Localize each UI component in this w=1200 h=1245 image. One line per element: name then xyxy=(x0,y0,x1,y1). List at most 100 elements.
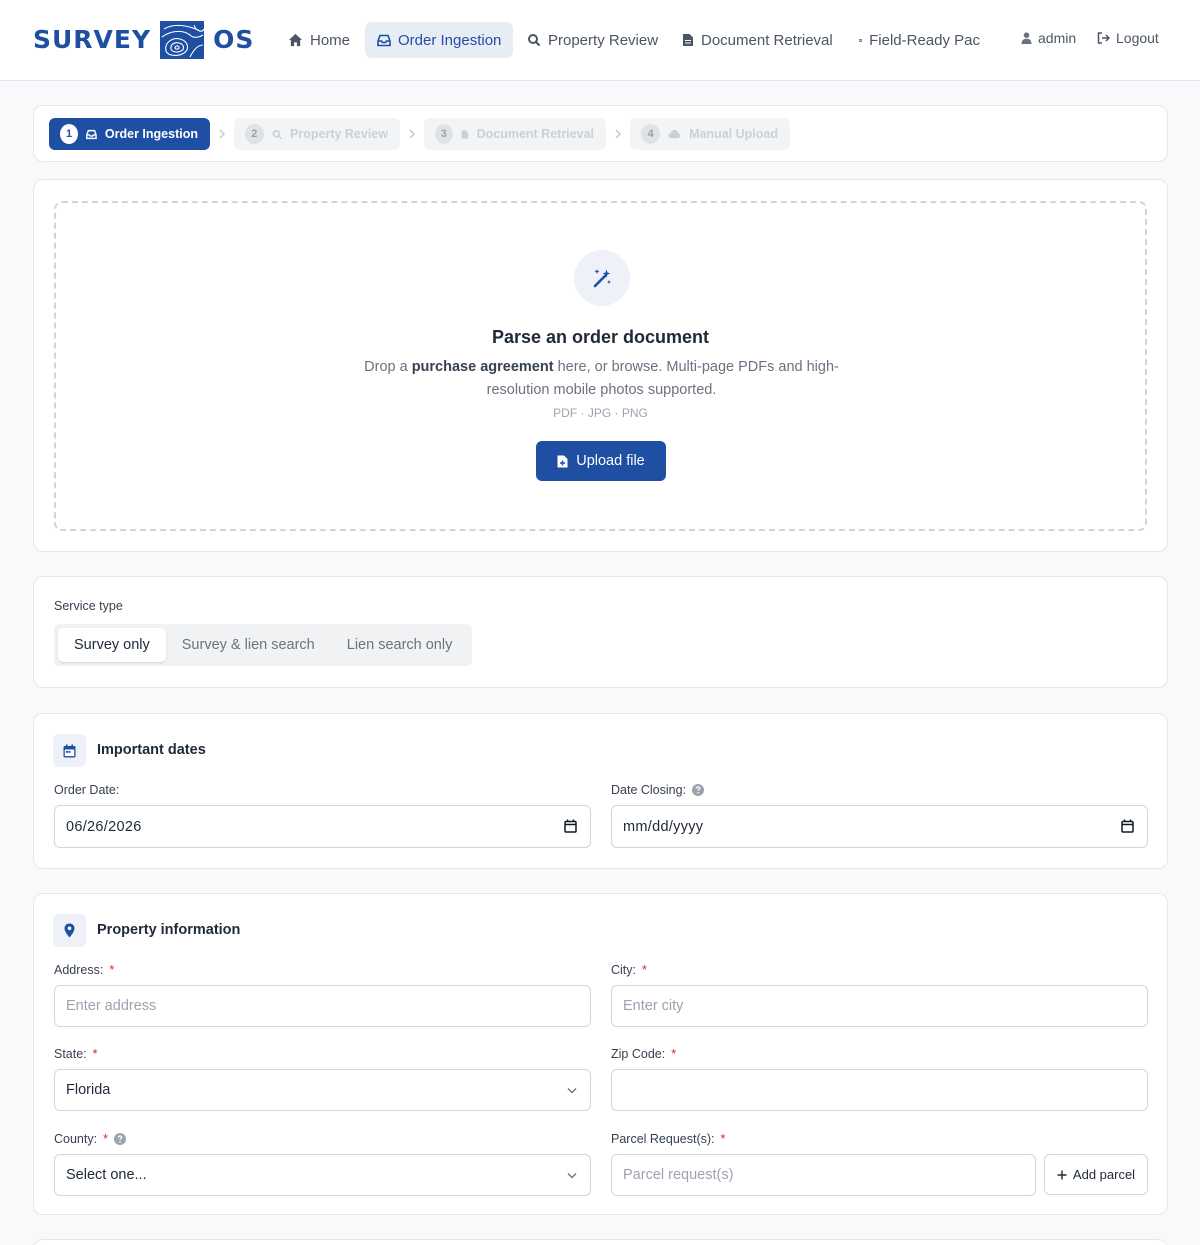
service-option-survey-lien[interactable]: Survey & lien search xyxy=(166,628,331,662)
search-icon xyxy=(528,34,541,47)
nav-home[interactable]: Home xyxy=(276,22,362,58)
add-parcel-label: Add parcel xyxy=(1072,1167,1136,1182)
step-property-review[interactable]: 2 Property Review xyxy=(234,118,400,150)
document-icon xyxy=(683,34,693,46)
plus-icon xyxy=(1057,1170,1067,1179)
archive-icon xyxy=(859,38,862,42)
required-marker: * xyxy=(103,1132,108,1146)
section-title: Important dates xyxy=(97,742,206,758)
city-label-text: City: xyxy=(611,963,636,977)
parcel-request-label-text: Parcel Request(s): xyxy=(611,1132,715,1146)
step-manual-upload[interactable]: 4 Manual Upload xyxy=(630,118,790,150)
topo-map-logo-icon xyxy=(160,21,205,59)
document-icon xyxy=(461,130,468,138)
state-label-text: State: xyxy=(54,1047,87,1061)
help-icon[interactable] xyxy=(692,784,705,796)
zip-code-label: Zip Code: * xyxy=(611,1047,676,1061)
step-order-ingestion[interactable]: 1 Order Ingestion xyxy=(49,118,210,150)
home-icon xyxy=(288,33,303,47)
chevron-right-icon xyxy=(219,129,226,139)
calendar-icon xyxy=(564,819,577,833)
top-navigation-bar: SURVEY OS Home Order Ingestion Property … xyxy=(0,0,1200,81)
upload-desc-prefix: Drop a xyxy=(364,359,408,375)
step-document-retrieval[interactable]: 3 Document Retrieval xyxy=(424,118,606,150)
supported-file-types: PDF · JPG · PNG xyxy=(553,406,648,420)
nav-order-ingestion[interactable]: Order Ingestion xyxy=(365,22,514,58)
nav-label: Field-Ready Pac xyxy=(869,31,980,49)
service-type-card: Service type Survey only Survey & lien s… xyxy=(33,576,1168,688)
nav-document-retrieval[interactable]: Document Retrieval xyxy=(670,22,845,58)
parcel-request-input[interactable]: Parcel request(s) xyxy=(611,1154,1036,1196)
brand-logo[interactable]: SURVEY OS xyxy=(33,21,254,59)
file-plus-icon xyxy=(557,455,568,467)
user-menu[interactable]: admin xyxy=(1021,30,1076,46)
logout-icon xyxy=(1097,32,1110,44)
state-select[interactable]: Florida xyxy=(54,1069,591,1111)
service-type-selector: Survey only Survey & lien search Lien se… xyxy=(54,624,473,666)
order-date-input[interactable]: 06/26/2026 xyxy=(54,805,591,848)
step-number: 3 xyxy=(435,124,453,144)
step-label: Document Retrieval xyxy=(476,127,594,141)
upload-button-label: Upload file xyxy=(576,453,645,469)
order-date-value: 06/26/2026 xyxy=(66,818,142,835)
chevron-right-icon xyxy=(409,129,416,139)
parcel-request-label: Parcel Request(s): * xyxy=(611,1132,725,1146)
required-marker: * xyxy=(720,1132,726,1146)
logout-link[interactable]: Logout xyxy=(1097,30,1159,46)
help-icon[interactable] xyxy=(113,1133,126,1145)
user-icon xyxy=(1021,32,1032,44)
important-dates-card: Important dates Order Date: 06/26/2026 D… xyxy=(33,713,1168,869)
nav-label: Order Ingestion xyxy=(398,31,502,49)
address-placeholder: Enter address xyxy=(66,998,157,1014)
upload-desc-emphasis: purchase agreement xyxy=(411,359,554,375)
state-label: State: * xyxy=(54,1047,98,1061)
section-title: Property information xyxy=(97,922,241,938)
county-select[interactable]: Select one... xyxy=(54,1154,591,1196)
stepper-card: 1 Order Ingestion 2 Property Review 3 Do… xyxy=(33,105,1168,162)
zip-code-input[interactable] xyxy=(611,1069,1148,1111)
service-option-survey-only[interactable]: Survey only xyxy=(58,628,166,662)
file-dropzone[interactable]: Parse an order document Drop a purchase … xyxy=(54,201,1147,531)
city-placeholder: Enter city xyxy=(623,998,684,1014)
address-label: Address: * xyxy=(54,963,114,977)
address-input[interactable]: Enter address xyxy=(54,985,591,1027)
county-label-text: County: xyxy=(54,1132,98,1146)
calendar-icon xyxy=(1121,819,1134,833)
closing-date-label: Date Closing: xyxy=(611,783,705,797)
chevron-down-icon xyxy=(567,1173,577,1179)
county-label: County: * xyxy=(54,1132,126,1146)
address-label-text: Address: xyxy=(54,963,104,977)
step-number: 1 xyxy=(60,124,79,144)
required-marker: * xyxy=(642,963,647,977)
step-label: Manual Upload xyxy=(689,127,778,141)
step-label: Property Review xyxy=(290,127,388,141)
step-number: 2 xyxy=(245,124,264,144)
brand-name-right: OS xyxy=(213,25,255,54)
upload-title: Parse an order document xyxy=(491,327,710,347)
nav-label: Property Review xyxy=(548,31,659,49)
search-icon xyxy=(272,129,282,139)
chevron-down-icon xyxy=(567,1088,577,1094)
upload-card: Parse an order document Drop a purchase … xyxy=(33,179,1168,552)
inbox-icon xyxy=(86,129,97,139)
county-value: Select one... xyxy=(66,1167,147,1183)
required-marker: * xyxy=(671,1047,677,1061)
upload-file-button[interactable]: Upload file xyxy=(536,441,666,481)
add-parcel-button[interactable]: Add parcel xyxy=(1044,1154,1148,1195)
closing-date-label-text: Date Closing: xyxy=(611,783,687,797)
parcel-request-placeholder: Parcel request(s) xyxy=(623,1167,734,1183)
city-input[interactable]: Enter city xyxy=(611,985,1148,1027)
calendar-icon xyxy=(53,734,86,767)
brand-name-left: SURVEY xyxy=(33,25,152,54)
cloud-upload-icon xyxy=(668,129,681,139)
upload-description: Drop a purchase agreement here, or brows… xyxy=(361,356,842,402)
service-option-lien-only[interactable]: Lien search only xyxy=(331,628,469,662)
city-label: City: * xyxy=(611,963,647,977)
required-marker: * xyxy=(109,963,115,977)
nav-field-ready-packet[interactable]: Field-Ready Pac xyxy=(847,22,992,58)
nav-property-review[interactable]: Property Review xyxy=(515,22,670,58)
closing-date-value: mm/dd/yyyy xyxy=(623,818,704,835)
closing-date-input[interactable]: mm/dd/yyyy xyxy=(611,805,1148,848)
magic-wand-icon xyxy=(574,250,630,306)
logout-label: Logout xyxy=(1116,30,1159,46)
